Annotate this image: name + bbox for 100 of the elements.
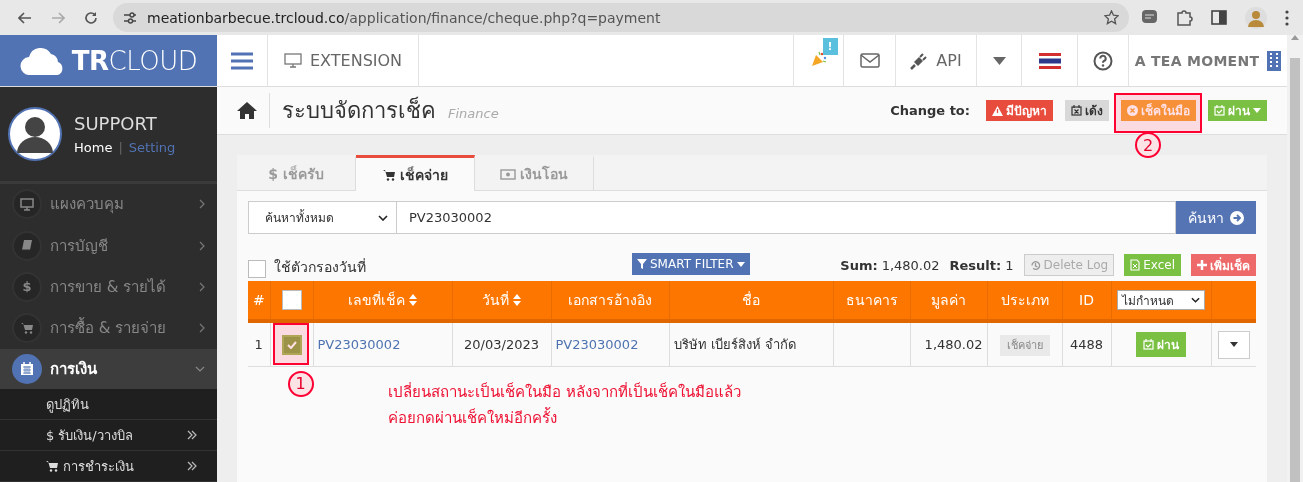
tab[interactable]: เงินโอน xyxy=(475,155,594,190)
plus-icon xyxy=(1197,260,1207,270)
home-icon[interactable] xyxy=(237,102,257,119)
party-popper-icon[interactable] xyxy=(810,50,827,67)
sidebar-subitem[interactable]: การชำระเงิน xyxy=(0,451,217,482)
address-bar[interactable]: meationbarbecue.trcloud.co/application/finance/cheque.php?q=payment xyxy=(113,3,1129,32)
date-filter-label: ใช้ตัวกรองวันที่ xyxy=(274,257,366,277)
table-cell: 20/03/2023 xyxy=(464,337,539,352)
sidebar-subitem[interactable]: $ รับเงิน/วางบิล xyxy=(0,420,217,452)
arrow-circle-icon xyxy=(1230,210,1244,225)
cart-icon xyxy=(20,322,34,335)
mail-icon[interactable] xyxy=(859,53,880,68)
checkbox[interactable] xyxy=(248,260,266,278)
column-header: ชื่อ xyxy=(742,290,760,310)
notification-badge: ! xyxy=(822,37,838,55)
step-number: 2 xyxy=(1135,132,1161,158)
user-name: SUPPORT xyxy=(74,112,158,134)
sidebar-item[interactable]: การเงิน xyxy=(0,348,217,390)
extension-link[interactable]: EXTENSION xyxy=(268,35,420,86)
sidebar-item[interactable]: $ การขาย & รายได้ xyxy=(0,266,217,308)
warning-icon xyxy=(992,105,1003,116)
status-button[interactable]: เด้ง xyxy=(1065,100,1109,121)
double-chevron-icon xyxy=(187,461,197,472)
chevron-down-icon xyxy=(378,214,388,221)
site-settings-icon[interactable] xyxy=(123,11,137,24)
sidebar-item[interactable]: แผงควบคุม xyxy=(0,183,217,225)
cart-icon xyxy=(46,460,59,473)
tab[interactable]: เช็คจ่าย xyxy=(356,155,475,191)
dropdown-caret-icon[interactable] xyxy=(992,56,1006,65)
star-icon[interactable] xyxy=(1104,10,1119,25)
status-filter-select[interactable]: ไม่กำหนด xyxy=(1117,290,1205,310)
result-value: 1 xyxy=(1005,257,1014,273)
reference-link[interactable]: PV23030002 xyxy=(555,337,639,352)
side-panel-icon[interactable] xyxy=(1211,10,1227,25)
cheque-number-link[interactable]: PV23030002 xyxy=(317,337,401,352)
x-circle-icon xyxy=(1127,105,1138,116)
search-button[interactable]: ค้นหา xyxy=(1176,201,1256,234)
thai-flag-icon[interactable] xyxy=(1038,52,1061,69)
link-separator: | xyxy=(118,139,123,155)
calendar-icon xyxy=(20,361,34,376)
caret-icon xyxy=(1253,108,1261,113)
column-header: ธนาคาร xyxy=(845,291,898,310)
building-icon xyxy=(1267,50,1282,71)
sidebar-item[interactable]: การบัญชี xyxy=(0,225,217,267)
chevron-right-icon xyxy=(199,323,205,334)
calendar-x-icon xyxy=(1071,105,1082,116)
spreadsheet-icon xyxy=(1130,259,1141,271)
row-checkbox[interactable] xyxy=(281,334,302,355)
sort-icon xyxy=(513,294,521,306)
column-header: มูลค่า xyxy=(931,291,966,311)
api-link[interactable]: API xyxy=(896,35,977,86)
company-name[interactable]: A TEA MOMENT xyxy=(1134,52,1260,69)
row-menu-button[interactable] xyxy=(1217,330,1250,359)
plug-icon xyxy=(910,51,929,70)
search-scope-select[interactable]: ค้นหาทั้งหมด xyxy=(248,201,397,234)
sum-value: 1,480.02 xyxy=(881,257,940,273)
history-icon xyxy=(1029,259,1041,271)
scrollbar-thumb[interactable] xyxy=(1290,58,1300,482)
instruction-note: เปลี่ยนสถานะเป็นเช็คในมือ หลังจากที่เป็นเช็คในมือแล้ว ค่อยกดผ่านเช็คใหม่อีกครั้ง xyxy=(388,381,742,429)
column-header: เอกสารอ้างอิง xyxy=(568,291,652,310)
menu-icon[interactable] xyxy=(231,51,253,70)
back-icon[interactable] xyxy=(17,11,32,24)
page-title: ระบบจัดการเช็ค xyxy=(269,93,436,128)
chevron-right-icon xyxy=(199,281,205,292)
chevron-down-icon xyxy=(1191,297,1200,303)
menu-icon[interactable] xyxy=(1285,9,1289,26)
page-subtitle: Finance xyxy=(448,106,499,121)
filter-icon xyxy=(637,259,647,269)
profile-avatar-icon[interactable] xyxy=(1245,6,1267,29)
logo[interactable]: TRCLOUD xyxy=(0,35,217,86)
table-cell: บริษัท เบียร์สิงห์ จำกัด xyxy=(673,337,796,352)
chevron-right-icon xyxy=(199,240,205,251)
status-button[interactable]: มีปัญหา xyxy=(986,100,1053,121)
check-icon xyxy=(286,340,297,349)
add-cheque-button[interactable]: เพิ่มเช็ค xyxy=(1191,254,1256,276)
monitor-icon xyxy=(20,197,34,211)
sidebar-item[interactable]: การซื้อ & รายจ่าย xyxy=(0,307,217,349)
reload-icon[interactable] xyxy=(83,10,98,25)
setting-link[interactable]: Setting xyxy=(128,139,176,155)
select-all-checkbox[interactable] xyxy=(281,290,302,310)
change-to-label: Change to: xyxy=(890,103,970,118)
home-link[interactable]: Home xyxy=(74,139,113,155)
table-cell: 1,480.02 xyxy=(924,337,983,352)
sidebar-subitem[interactable]: ดูปฏิทิน xyxy=(0,389,217,421)
logo-text: TRCLOUD xyxy=(71,45,198,76)
result-label: Result: xyxy=(949,257,1002,273)
search-field[interactable]: PV23030002 xyxy=(397,201,1176,234)
user-avatar[interactable] xyxy=(8,106,62,161)
help-icon[interactable] xyxy=(1093,50,1113,71)
cart-icon xyxy=(382,168,396,181)
type-tag: เช็คจ่าย xyxy=(999,334,1050,356)
puzzle-icon[interactable] xyxy=(1176,9,1193,26)
column-header: ประเภท xyxy=(1000,291,1049,310)
sort-icon xyxy=(409,294,417,306)
smart-filter-button[interactable]: SMART FILTER xyxy=(632,253,750,275)
dollar-icon: $ xyxy=(12,271,42,302)
sum-label: Sum: xyxy=(840,257,878,273)
column-header: ID xyxy=(1079,292,1094,308)
money-icon xyxy=(500,168,516,180)
chat-icon[interactable] xyxy=(1141,9,1158,26)
